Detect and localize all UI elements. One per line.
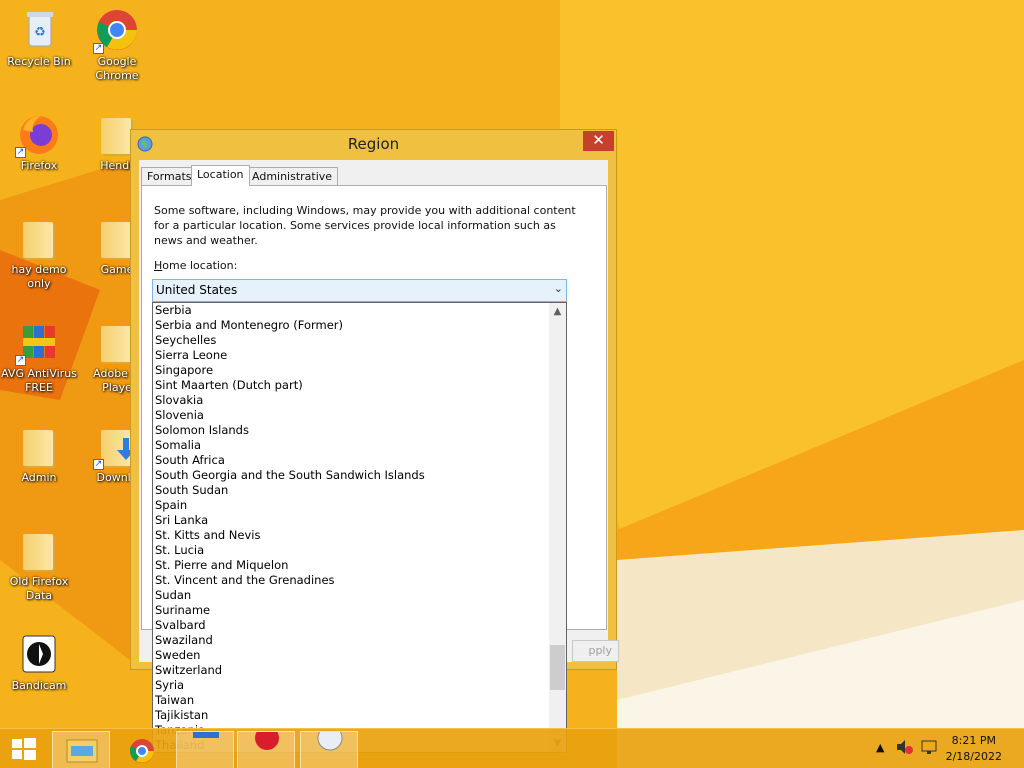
dropdown-item[interactable]: Taiwan	[153, 693, 551, 708]
dropdown-item[interactable]: Suriname	[153, 603, 551, 618]
tab-location[interactable]: Location	[191, 165, 250, 186]
dropdown-item[interactable]: St. Kitts and Nevis	[153, 528, 551, 543]
desktop: ♻ Recycle Bin ↗ Google Chrome ↗ Firefox …	[0, 0, 1024, 768]
apply-button[interactable]: pply	[572, 640, 619, 662]
dropdown-item[interactable]: Syria	[153, 678, 551, 693]
show-hidden-icons-chevron-icon[interactable]: ▲	[876, 741, 884, 754]
network-icon[interactable]	[920, 739, 940, 758]
home-location-label-text: ome location:	[162, 259, 238, 272]
taskbar-chrome[interactable]	[118, 731, 176, 768]
dropdown-item[interactable]: Swaziland	[153, 633, 551, 648]
windows-logo-icon	[12, 738, 36, 760]
desktop-icon-hay-demo-only[interactable]: hay demo only	[0, 216, 78, 291]
location-description: Some software, including Windows, may pr…	[154, 204, 576, 247]
dropdown-item[interactable]: Sierra Leone	[153, 348, 551, 363]
svg-text:♻: ♻	[34, 25, 46, 40]
file-explorer-icon	[66, 739, 98, 763]
clock-time: 8:21 PM	[951, 734, 996, 747]
dropdown-item[interactable]: Seychelles	[153, 333, 551, 348]
taskbar-file-explorer[interactable]	[52, 731, 110, 768]
desktop-icon-recycle-bin[interactable]: ♻ Recycle Bin	[0, 8, 78, 69]
bandicam-icon	[17, 632, 61, 676]
dropdown-item[interactable]: South Georgia and the South Sandwich Isl…	[153, 468, 551, 483]
taskbar-app[interactable]	[237, 726, 295, 768]
firefox-icon: ↗	[15, 112, 61, 158]
taskbar-app-2[interactable]	[300, 725, 358, 768]
dropdown-item[interactable]: St. Vincent and the Grenadines	[153, 573, 551, 588]
desktop-icon-label: Recycle Bin	[7, 55, 71, 68]
app-icon	[317, 725, 343, 751]
scrollbar-thumb[interactable]	[550, 645, 565, 690]
shortcut-arrow-icon: ↗	[15, 355, 26, 366]
dropdown-item[interactable]: Serbia	[153, 303, 551, 318]
app-icon	[255, 726, 279, 750]
home-location-combobox[interactable]: United States ⌄	[152, 279, 567, 302]
desktop-icon-label: hay demo only	[11, 263, 67, 290]
chrome-icon: ↗	[93, 8, 139, 54]
dropdown-item[interactable]: Serbia and Montenegro (Former)	[153, 318, 551, 333]
desktop-icon-bandicam[interactable]: Bandicam	[0, 632, 78, 693]
desktop-icon-label: Google Chrome	[95, 55, 139, 82]
shortcut-arrow-icon: ↗	[93, 43, 104, 54]
desktop-icon-firefox[interactable]: ↗ Firefox	[0, 112, 78, 173]
dropdown-item[interactable]: Tajikistan	[153, 708, 551, 723]
shortcut-arrow-icon: ↗	[93, 459, 104, 470]
chrome-icon	[130, 739, 154, 763]
dropdown-item[interactable]: Solomon Islands	[153, 423, 551, 438]
scroll-up-arrow-icon[interactable]: ▲	[549, 303, 566, 320]
folder-icon	[17, 216, 61, 260]
dropdown-item[interactable]: Sweden	[153, 648, 551, 663]
dropdown-item[interactable]: Sudan	[153, 588, 551, 603]
title-bar[interactable]: Region ✕	[131, 130, 616, 158]
folder-icon	[17, 424, 61, 468]
desktop-icon-avg-antivirus[interactable]: ↗ AVG AntiVirus FREE	[0, 320, 78, 395]
tab-formats[interactable]: Formats	[141, 167, 198, 186]
dropdown-item[interactable]: South Africa	[153, 453, 551, 468]
dropdown-items: Serbia Serbia and Montenegro (Former) Seyc…	[153, 303, 551, 752]
dropdown-scrollbar[interactable]: ▲ ▼	[549, 303, 566, 752]
desktop-icon-google-chrome[interactable]: ↗ Google Chrome	[78, 8, 156, 83]
clock-date: 2/18/2022	[945, 750, 1002, 763]
desktop-icon-label: AVG AntiVirus FREE	[1, 367, 77, 394]
dropdown-item[interactable]: St. Pierre and Miquelon	[153, 558, 551, 573]
dropdown-item[interactable]: Slovenia	[153, 408, 551, 423]
close-button[interactable]: ✕	[583, 131, 614, 151]
recycle-bin-icon: ♻	[17, 8, 61, 52]
system-clock[interactable]: 8:21 PM 2/18/2022	[946, 733, 1002, 765]
dropdown-item[interactable]: Svalbard	[153, 618, 551, 633]
folder-icon	[17, 528, 61, 572]
control-panel-icon	[193, 732, 219, 738]
shortcut-arrow-icon: ↗	[15, 147, 26, 158]
dropdown-item[interactable]: Slovakia	[153, 393, 551, 408]
desktop-icon-label: Firefox	[20, 159, 58, 172]
dropdown-item[interactable]: South Sudan	[153, 483, 551, 498]
home-location-value: United States	[156, 283, 238, 297]
window-title: Region	[347, 135, 400, 153]
tab-administrative[interactable]: Administrative	[246, 167, 339, 186]
desktop-icon-old-firefox-data[interactable]: Old Firefox Data	[0, 528, 78, 603]
desktop-icon-label: Admin	[21, 471, 57, 484]
taskbar: ▲ 8:21 PM 2/18/2022	[0, 725, 1024, 768]
dropdown-item[interactable]: Spain	[153, 498, 551, 513]
home-location-label: Home location:	[154, 259, 237, 272]
dropdown-item[interactable]: St. Lucia	[153, 543, 551, 558]
dropdown-item[interactable]: Somalia	[153, 438, 551, 453]
avg-icon: ↗	[15, 320, 61, 366]
dropdown-item[interactable]: Switzerland	[153, 663, 551, 678]
dropdown-item[interactable]: Singapore	[153, 363, 551, 378]
volume-muted-icon[interactable]	[895, 739, 913, 758]
taskbar-region-dialog[interactable]	[176, 731, 234, 768]
dropdown-item[interactable]: Sint Maarten (Dutch part)	[153, 378, 551, 393]
dropdown-item[interactable]: Sri Lanka	[153, 513, 551, 528]
home-location-dropdown-list[interactable]: Serbia Serbia and Montenegro (Former) Seyc…	[152, 302, 567, 753]
desktop-icon-admin[interactable]: Admin	[0, 424, 78, 485]
desktop-icon-label: Bandicam	[11, 679, 67, 692]
chevron-down-icon[interactable]: ⌄	[554, 282, 563, 295]
desktop-icon-label: Old Firefox Data	[9, 575, 69, 602]
start-button[interactable]	[0, 729, 48, 768]
